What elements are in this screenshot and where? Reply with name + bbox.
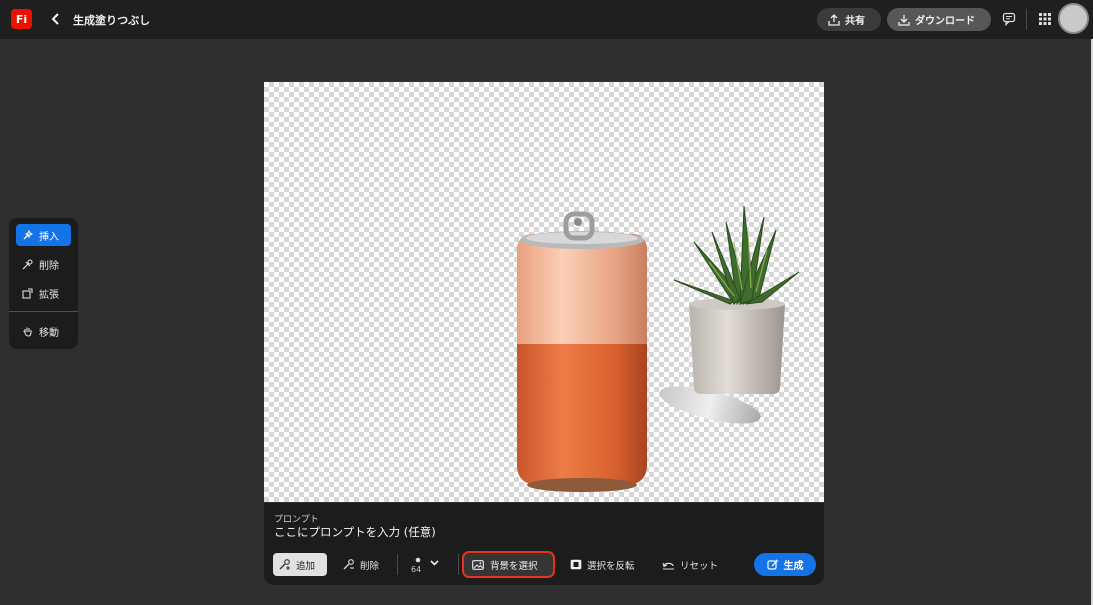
back-button[interactable] [48,9,64,29]
generate-button[interactable]: 生成 [754,553,816,576]
brush-add-icon [279,559,290,570]
hand-icon [23,327,32,337]
apps-button[interactable] [1034,8,1056,30]
tool-insert[interactable]: 挿入 [16,224,71,246]
app-logo[interactable]: Fi [11,9,32,29]
prompt-divider [397,554,398,575]
comment-icon [1002,12,1016,26]
eraser-icon [22,258,33,269]
image-icon [472,559,484,570]
remove-selection-button[interactable]: 削除 [337,553,385,576]
comment-button[interactable] [998,8,1020,30]
expand-icon [22,287,33,299]
add-selection-button[interactable]: 追加 [273,553,327,576]
tool-divider [9,311,78,312]
select-background-button[interactable]: 背景を選択 [462,551,555,578]
user-avatar[interactable] [1058,3,1089,34]
prompt-panel: プロンプト ここにプロンプトを入力 (任意) 追加 削除 64 背景を選択 選択… [264,503,824,585]
invert-icon [570,559,582,570]
apps-grid-icon [1039,13,1051,25]
insert-icon [23,229,33,239]
image-canvas[interactable] [264,82,824,502]
generate-icon [766,558,779,570]
tool-panel: 挿入 削除 拡張 移動 [9,218,78,349]
chevron-left-icon [51,13,59,25]
chevron-down-icon [430,560,439,566]
brush-dot-icon [415,557,421,563]
undo-icon [662,562,674,569]
top-bar: Fi 生成塗りつぶし 共有 ダウンロード [0,0,1093,39]
brush-size-value: 64 [411,565,422,574]
tool-move[interactable]: 移動 [16,320,71,342]
reset-button[interactable]: リセット [656,553,724,576]
share-icon [828,13,840,26]
header-divider [1026,9,1027,30]
tool-expand[interactable]: 拡張 [16,282,71,304]
tool-remove[interactable]: 削除 [16,253,71,275]
download-icon [898,14,910,26]
brush-size-dropdown[interactable]: 64 [410,555,444,575]
prompt-divider [458,554,459,575]
invert-selection-button[interactable]: 選択を反転 [564,553,641,576]
prompt-input[interactable]: ここにプロンプトを入力 (任意) [274,524,436,540]
brush-subtract-icon [343,559,354,570]
download-button[interactable]: ダウンロード [887,8,991,31]
page-title: 生成塗りつぶし [73,14,151,27]
product-image [517,205,800,492]
share-button[interactable]: 共有 [817,8,881,31]
